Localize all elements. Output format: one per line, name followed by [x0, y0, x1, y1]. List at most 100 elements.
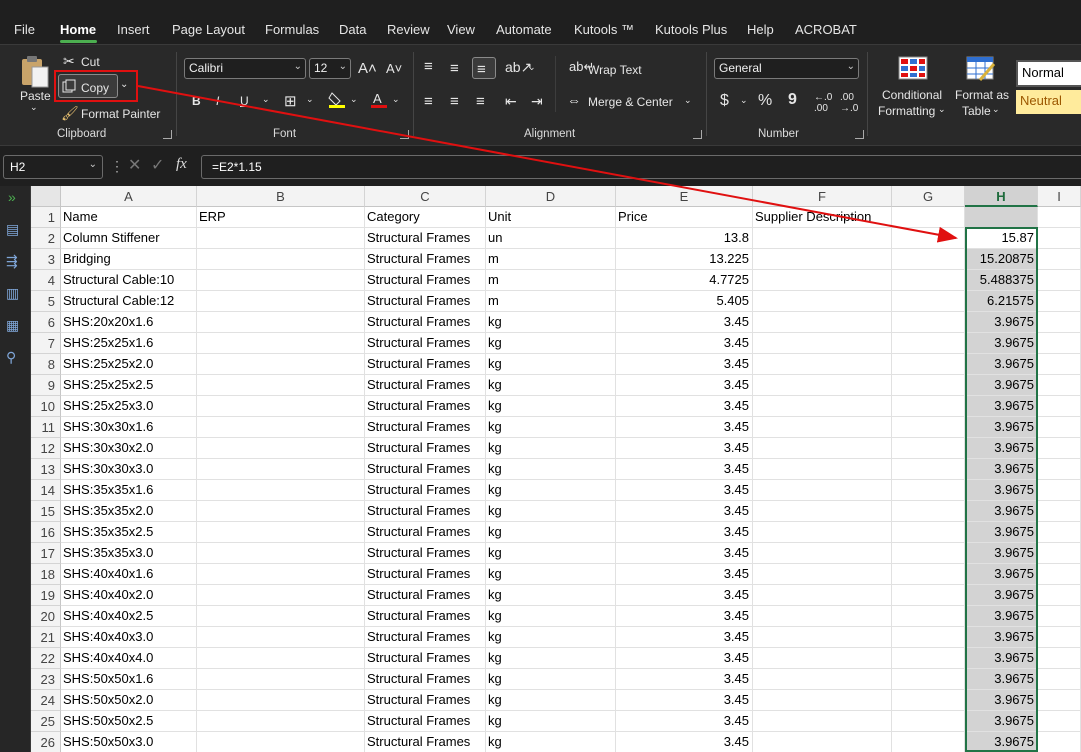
- supplier-cell[interactable]: [753, 312, 892, 333]
- decrease-indent-icon[interactable]: ⇤: [505, 93, 517, 110]
- table-cell[interactable]: [892, 585, 965, 606]
- name-cell[interactable]: SHS:25x25x2.0: [61, 354, 197, 375]
- row-header[interactable]: 26: [31, 732, 61, 752]
- category-cell[interactable]: Structural Frames: [365, 480, 486, 501]
- category-cell[interactable]: Structural Frames: [365, 564, 486, 585]
- header-cell-name[interactable]: Name: [61, 207, 197, 228]
- table-cell[interactable]: [892, 627, 965, 648]
- price-cell[interactable]: 13.8: [616, 228, 753, 249]
- row-header[interactable]: 23: [31, 669, 61, 690]
- tab-page-layout[interactable]: Page Layout: [172, 22, 245, 37]
- supplier-cell[interactable]: [753, 690, 892, 711]
- worksheets-icon[interactable]: ▥: [6, 286, 19, 300]
- column-header-g[interactable]: G: [892, 186, 965, 207]
- row-header[interactable]: 5: [31, 291, 61, 312]
- active-cell-h2[interactable]: 15.87: [965, 228, 1038, 249]
- chevron-down-icon[interactable]: ⌄: [392, 94, 400, 105]
- chevron-down-icon[interactable]: ⌄: [684, 95, 692, 106]
- italic-button[interactable]: I: [216, 94, 219, 108]
- erp-cell[interactable]: [197, 417, 365, 438]
- erp-cell[interactable]: [197, 711, 365, 732]
- table-cell[interactable]: [1038, 564, 1081, 585]
- erp-cell[interactable]: [197, 249, 365, 270]
- name-cell[interactable]: SHS:25x25x3.0: [61, 396, 197, 417]
- unit-cell[interactable]: kg: [486, 732, 616, 752]
- supplier-cell[interactable]: [753, 249, 892, 270]
- category-cell[interactable]: Structural Frames: [365, 606, 486, 627]
- erp-cell[interactable]: [197, 333, 365, 354]
- name-cell[interactable]: SHS:40x40x3.0: [61, 627, 197, 648]
- table-cell[interactable]: [892, 648, 965, 669]
- currency-button[interactable]: $: [720, 92, 729, 110]
- row-header[interactable]: 18: [31, 564, 61, 585]
- price-cell[interactable]: 3.45: [616, 564, 753, 585]
- column-header-h[interactable]: H: [965, 186, 1038, 207]
- unit-cell[interactable]: kg: [486, 648, 616, 669]
- tab-automate[interactable]: Automate: [496, 22, 552, 37]
- row-header[interactable]: 7: [31, 333, 61, 354]
- table-cell[interactable]: [1038, 501, 1081, 522]
- category-cell[interactable]: Structural Frames: [365, 270, 486, 291]
- h-cell[interactable]: 3.9675: [965, 522, 1038, 543]
- unit-cell[interactable]: kg: [486, 396, 616, 417]
- row-header[interactable]: 16: [31, 522, 61, 543]
- table-cell[interactable]: [892, 207, 965, 228]
- percent-button[interactable]: %: [758, 92, 772, 110]
- erp-cell[interactable]: [197, 648, 365, 669]
- category-cell[interactable]: Structural Frames: [365, 291, 486, 312]
- underline-button[interactable]: U: [240, 94, 249, 108]
- table-cell[interactable]: [1038, 585, 1081, 606]
- table-cell[interactable]: [1038, 459, 1081, 480]
- category-cell[interactable]: Structural Frames: [365, 354, 486, 375]
- header-cell-price[interactable]: Price: [616, 207, 753, 228]
- formula-input[interactable]: =E2*1.15: [201, 155, 1081, 179]
- supplier-cell[interactable]: [753, 291, 892, 312]
- font-launcher-icon[interactable]: [400, 130, 409, 139]
- table-cell[interactable]: [1038, 270, 1081, 291]
- header-cell-unit[interactable]: Unit: [486, 207, 616, 228]
- table-cell[interactable]: [1038, 438, 1081, 459]
- supplier-cell[interactable]: [753, 228, 892, 249]
- erp-cell[interactable]: [197, 669, 365, 690]
- table-cell[interactable]: [1038, 207, 1081, 228]
- name-cell[interactable]: SHS:35x35x2.0: [61, 501, 197, 522]
- supplier-cell[interactable]: [753, 417, 892, 438]
- supplier-cell[interactable]: [753, 375, 892, 396]
- price-cell[interactable]: 3.45: [616, 669, 753, 690]
- price-cell[interactable]: 3.45: [616, 585, 753, 606]
- supplier-cell[interactable]: [753, 438, 892, 459]
- style-normal[interactable]: Normal: [1016, 60, 1081, 87]
- table-cell[interactable]: [1038, 690, 1081, 711]
- supplier-cell[interactable]: [753, 501, 892, 522]
- name-cell[interactable]: SHS:30x30x2.0: [61, 438, 197, 459]
- expand-pane-icon[interactable]: »: [8, 190, 16, 204]
- table-cell[interactable]: [1038, 312, 1081, 333]
- navigation-icon[interactable]: ▤: [6, 222, 19, 236]
- price-cell[interactable]: 3.45: [616, 543, 753, 564]
- tab-kutools[interactable]: Kutools ™: [574, 22, 634, 37]
- table-cell[interactable]: [1038, 543, 1081, 564]
- name-cell[interactable]: Structural Cable:10: [61, 270, 197, 291]
- format-painter-button[interactable]: Format Painter: [81, 107, 160, 121]
- name-cell[interactable]: SHS:40x40x4.0: [61, 648, 197, 669]
- h-cell[interactable]: 3.9675: [965, 312, 1038, 333]
- unit-cell[interactable]: kg: [486, 669, 616, 690]
- h-cell[interactable]: 3.9675: [965, 333, 1038, 354]
- row-header[interactable]: 9: [31, 375, 61, 396]
- borders-icon[interactable]: ⊞: [284, 92, 297, 110]
- supplier-cell[interactable]: [753, 333, 892, 354]
- category-cell[interactable]: Structural Frames: [365, 417, 486, 438]
- erp-cell[interactable]: [197, 627, 365, 648]
- column-header-f[interactable]: F: [753, 186, 892, 207]
- h-cell[interactable]: 3.9675: [965, 711, 1038, 732]
- name-cell[interactable]: SHS:25x25x1.6: [61, 333, 197, 354]
- price-cell[interactable]: 5.405: [616, 291, 753, 312]
- bold-button[interactable]: B: [192, 94, 201, 108]
- category-cell[interactable]: Structural Frames: [365, 375, 486, 396]
- category-cell[interactable]: Structural Frames: [365, 522, 486, 543]
- supplier-cell[interactable]: [753, 522, 892, 543]
- category-cell[interactable]: Structural Frames: [365, 627, 486, 648]
- align-right-icon[interactable]: ≡: [476, 93, 485, 110]
- more-options-icon[interactable]: ⋮: [110, 158, 124, 175]
- select-all-corner[interactable]: [31, 186, 61, 207]
